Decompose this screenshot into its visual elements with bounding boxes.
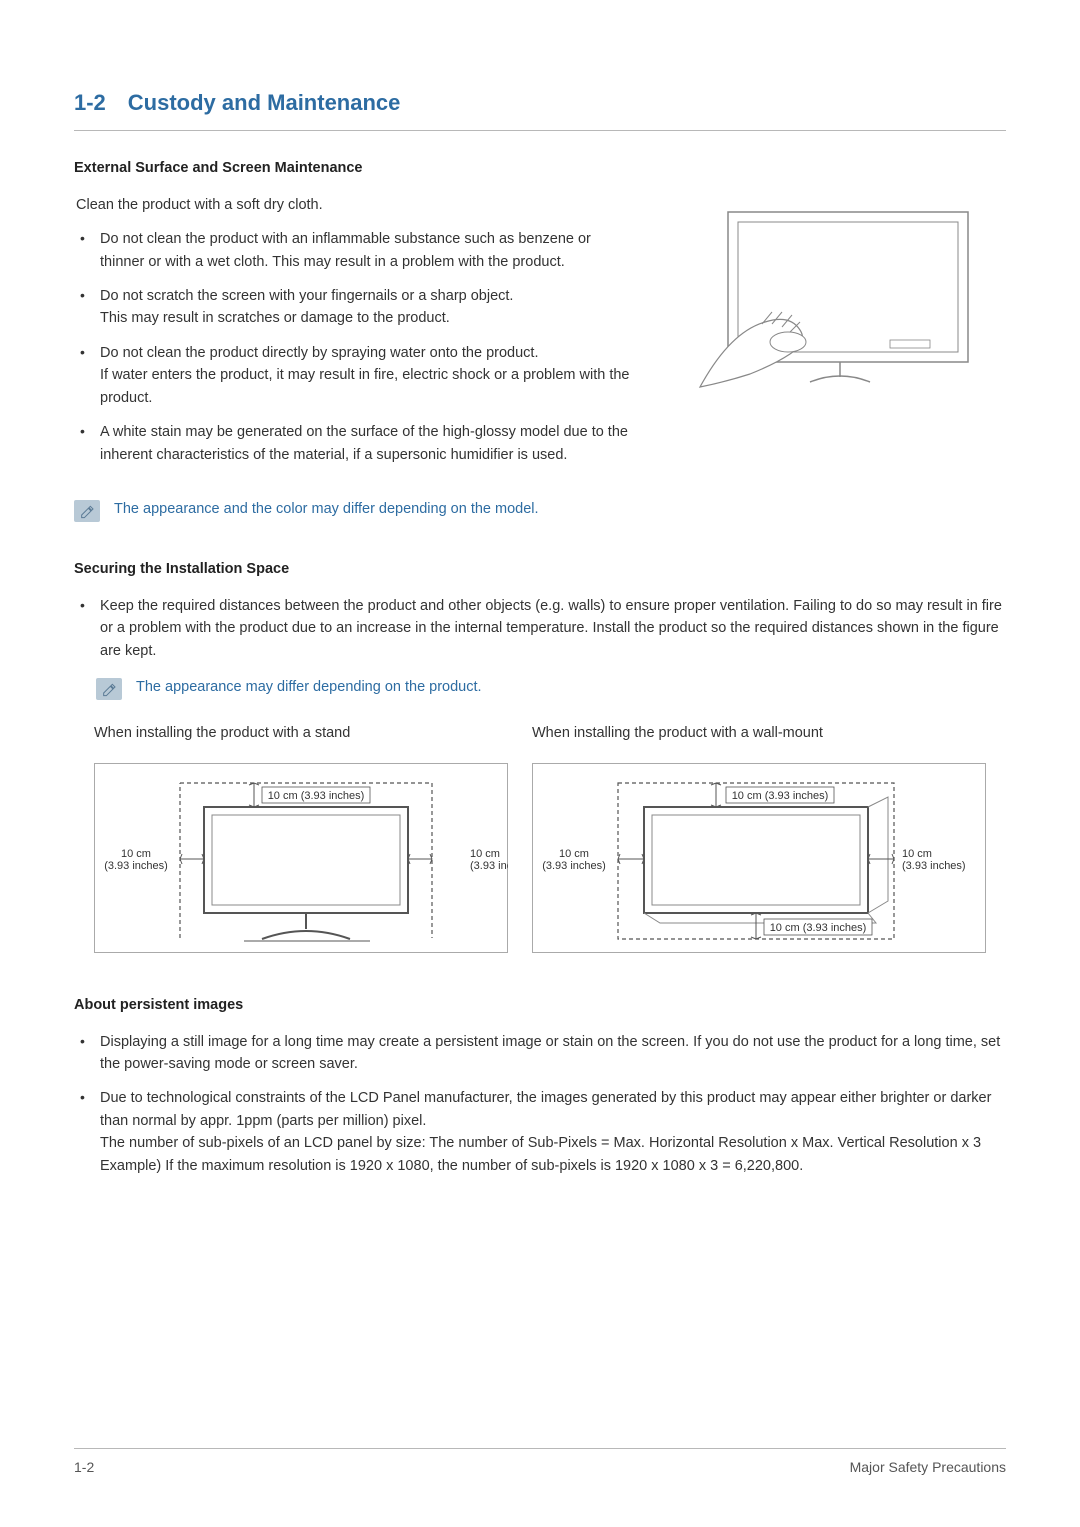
bullet-sub: This may result in scratches or damage t…: [100, 307, 634, 329]
dim-top: 10 cm (3.93 inches): [732, 790, 829, 802]
dim-right-a: 10 cm: [470, 848, 500, 860]
section-title-text: Custody and Maintenance: [128, 90, 401, 115]
bullet-text: Due to technological constraints of the …: [100, 1090, 991, 1128]
external-heading: External Surface and Screen Maintenance: [74, 157, 1006, 179]
dim-left-b: (3.93 inches): [104, 860, 168, 872]
footer-right: Major Safety Precautions: [850, 1457, 1006, 1479]
external-intro: Clean the product with a soft dry cloth.: [76, 194, 634, 216]
cleaning-illustration: [690, 202, 980, 399]
dim-right-a: 10 cm: [902, 848, 932, 860]
dim-bottom: 10 cm (3.93 inches): [770, 922, 867, 934]
bullet-text: Do not scratch the screen with your fing…: [100, 288, 513, 304]
bullet-text: Do not clean the product with an inflamm…: [100, 231, 591, 269]
list-item: Displaying a still image for a long time…: [76, 1031, 1006, 1076]
bullet-sub: If water enters the product, it may resu…: [100, 364, 634, 409]
securing-bullet-list: Keep the required distances between the …: [74, 595, 1006, 662]
bullet-sub: Example) If the maximum resolution is 19…: [100, 1155, 1006, 1177]
persistent-bullet-list: Displaying a still image for a long time…: [74, 1031, 1006, 1178]
note-text: The appearance and the color may differ …: [114, 498, 539, 520]
dim-left-b: (3.93 inches): [542, 860, 606, 872]
list-item: Keep the required distances between the …: [76, 595, 1006, 662]
note-icon: [74, 500, 100, 522]
bullet-text: A white stain may be generated on the su…: [100, 424, 628, 462]
page-footer: 1-2 Major Safety Precautions: [74, 1448, 1006, 1479]
bullet-text: Displaying a still image for a long time…: [100, 1034, 1000, 1072]
section-number: 1-2: [74, 90, 106, 115]
dim-right-b: (3.93 inches): [902, 860, 966, 872]
bullet-text: Do not clean the product directly by spr…: [100, 345, 538, 361]
bullet-sub: The number of sub-pixels of an LCD panel…: [100, 1132, 1006, 1154]
dim-right-b: (3.93 inches): [470, 860, 508, 872]
bullet-text: Keep the required distances between the …: [100, 598, 1002, 659]
footer-left: 1-2: [74, 1457, 94, 1479]
dim-left-a: 10 cm: [121, 848, 151, 860]
list-item: Due to technological constraints of the …: [76, 1087, 1006, 1177]
note-text: The appearance may differ depending on t…: [136, 676, 482, 698]
stand-clearance-diagram: 10 cm (3.93 inches) 10 cm (3.93 inches) …: [94, 763, 508, 960]
external-bullet-list: Do not clean the product with an inflamm…: [74, 228, 634, 466]
securing-heading: Securing the Installation Space: [74, 558, 1006, 580]
dim-top: 10 cm (3.93 inches): [268, 790, 365, 802]
note-box: The appearance and the color may differ …: [74, 498, 1006, 522]
note-icon: [96, 678, 122, 700]
list-item: A white stain may be generated on the su…: [76, 421, 634, 466]
note-box: The appearance may differ depending on t…: [96, 676, 1006, 700]
list-item: Do not scratch the screen with your fing…: [76, 285, 634, 330]
section-title: 1-2 Custody and Maintenance: [74, 86, 1006, 131]
diagram-caption-wall: When installing the product with a wall-…: [532, 722, 986, 744]
list-item: Do not clean the product directly by spr…: [76, 342, 634, 409]
diagram-caption-stand: When installing the product with a stand: [94, 722, 508, 744]
dim-left-a: 10 cm: [559, 848, 589, 860]
list-item: Do not clean the product with an inflamm…: [76, 228, 634, 273]
wall-clearance-diagram: 10 cm (3.93 inches) 10 cm (3.93 inches) …: [532, 763, 986, 960]
persistent-heading: About persistent images: [74, 994, 1006, 1016]
